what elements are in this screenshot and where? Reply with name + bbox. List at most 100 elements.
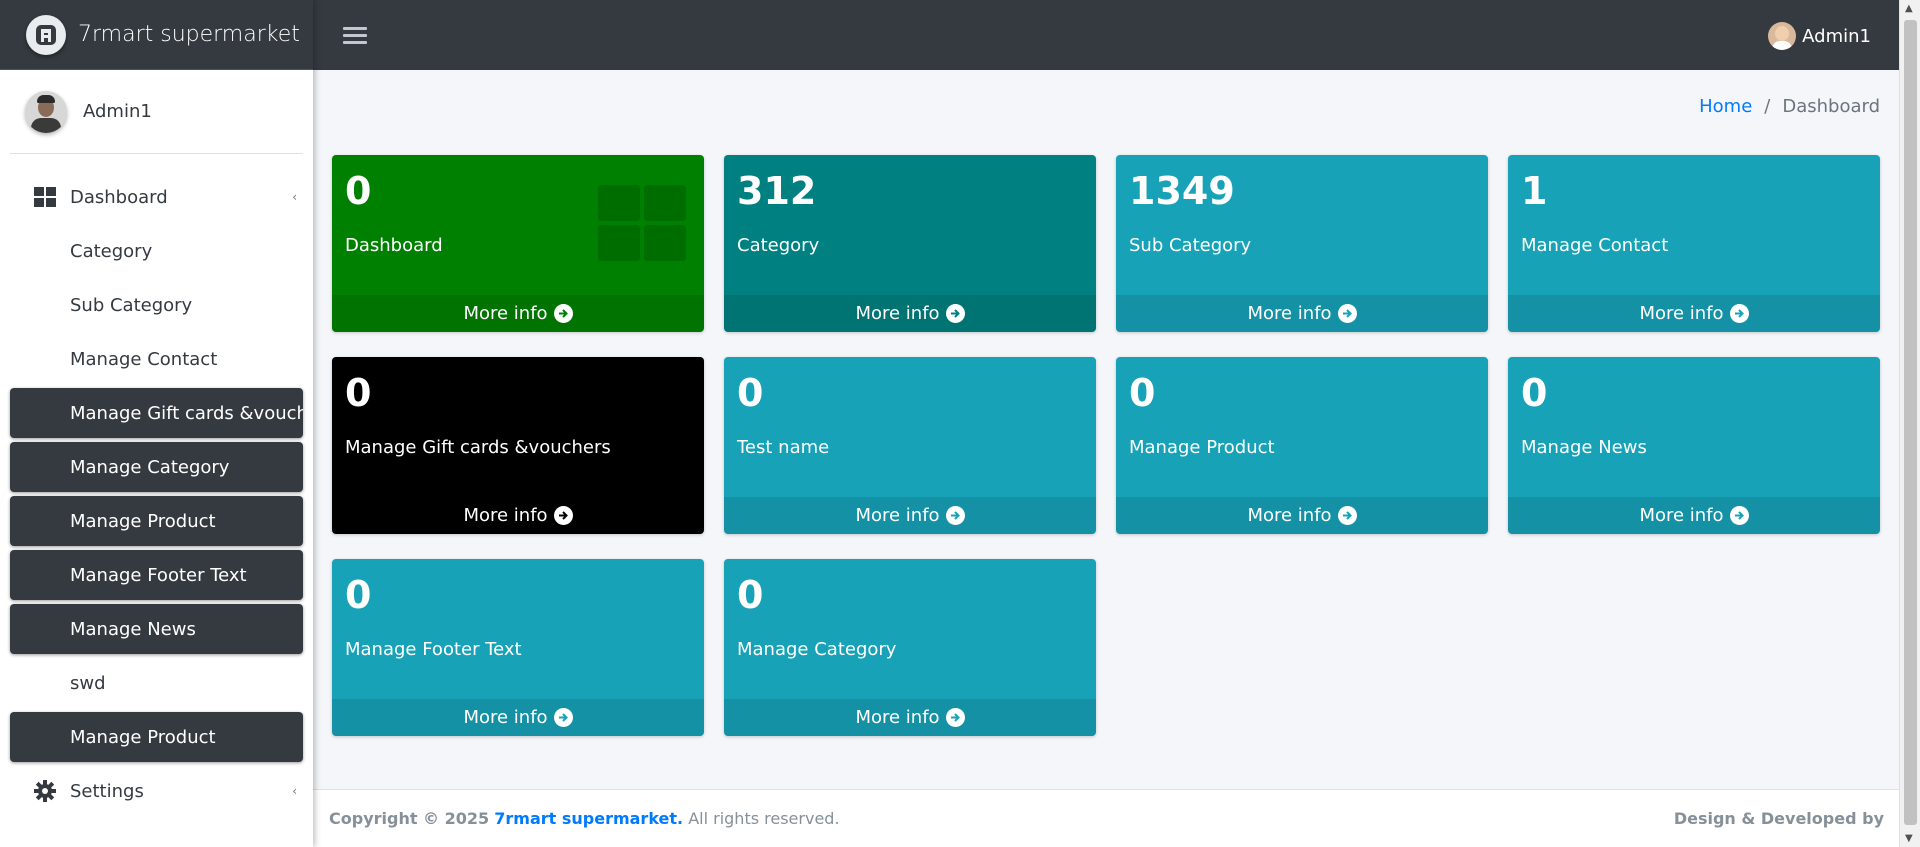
sidebar-item-manage-product[interactable]: Manage Product [10, 496, 303, 546]
more-info-link[interactable]: More info [332, 497, 704, 534]
more-info-link[interactable]: More info [724, 497, 1096, 534]
sidebar-item-category[interactable]: Category [10, 226, 303, 276]
gear-icon [34, 780, 56, 802]
sidebar-item-manage-news[interactable]: Manage News [10, 604, 303, 654]
breadcrumb-current: Dashboard [1782, 96, 1880, 117]
sidebar-item-settings[interactable]: Settings ‹ [10, 766, 303, 816]
sidebar-item-sub-category[interactable]: Sub Category [10, 280, 303, 330]
sidebar-item-swd[interactable]: swd [10, 658, 303, 708]
stat-value: 0 [737, 371, 764, 415]
more-info-link[interactable]: More info [724, 699, 1096, 736]
stat-box-manage-news: 0 Manage News More info [1508, 357, 1880, 534]
stat-box-manage-contact: 1 Manage Contact More info [1508, 155, 1880, 332]
main-sidebar: 7rmart supermarket Admin1 Dashboard ‹ Ca… [0, 0, 313, 847]
stat-label: Manage Product [1129, 437, 1275, 458]
sidebar-item-label: Dashboard [70, 186, 168, 208]
sidebar-item-label: Settings [70, 780, 144, 802]
stat-box-test-name: 0 Test name More info [724, 357, 1096, 534]
arrow-circle-right-icon [1729, 304, 1749, 323]
stat-box-category: 312 Category More info [724, 155, 1096, 332]
more-info-link[interactable]: More info [332, 295, 704, 332]
stat-label: Dashboard [345, 235, 443, 256]
stat-value: 1349 [1129, 169, 1235, 213]
more-info-label: More info [1639, 505, 1724, 526]
footer-brand-link[interactable]: 7rmart supermarket. [494, 809, 683, 828]
arrow-circle-right-icon [1729, 506, 1749, 525]
more-info-label: More info [855, 303, 940, 324]
sidebar-item-label: Manage Gift cards &vouchers [70, 402, 303, 424]
stat-value: 312 [737, 169, 817, 213]
sidebar-item-label: Manage Footer Text [70, 564, 247, 586]
more-info-label: More info [1247, 505, 1332, 526]
brand-link[interactable]: 7rmart supermarket [0, 0, 313, 70]
stat-label: Manage Category [737, 639, 897, 660]
more-info-link[interactable]: More info [1116, 295, 1488, 332]
more-info-link[interactable]: More info [332, 699, 704, 736]
scroll-up-icon[interactable]: ▲ [1905, 3, 1913, 14]
arrow-circle-right-icon [1337, 304, 1357, 323]
stat-label: Sub Category [1129, 235, 1252, 256]
stat-box-manage-product: 0 Manage Product More info [1116, 357, 1488, 534]
breadcrumb-home-link[interactable]: Home [1699, 96, 1752, 117]
footer-credit: Design & Developed by [1673, 809, 1884, 828]
sidebar-item-label: Sub Category [70, 294, 193, 316]
chevron-left-icon: ‹ [292, 190, 297, 204]
chevron-left-icon: ‹ [292, 784, 297, 798]
more-info-label: More info [855, 505, 940, 526]
sidebar-item-manage-gift-cards[interactable]: Manage Gift cards &vouchers [10, 388, 303, 438]
arrow-circle-right-icon [945, 304, 965, 323]
more-info-link[interactable]: More info [1508, 497, 1880, 534]
sidebar-item-label: Category [70, 240, 153, 262]
top-navbar: Admin1 [313, 0, 1899, 70]
footer-copyright: Copyright © 2025 [329, 809, 490, 828]
scrollbar-thumb[interactable] [1904, 20, 1917, 825]
stat-box-dashboard: 0 Dashboard More info [332, 155, 704, 332]
sidebar-item-manage-category[interactable]: Manage Category [10, 442, 303, 492]
arrow-circle-right-icon [1337, 506, 1357, 525]
top-user-menu[interactable]: Admin1 [1768, 22, 1871, 50]
stat-label: Manage Contact [1521, 235, 1669, 256]
stat-label: Category [737, 235, 820, 256]
scroll-down-icon[interactable]: ▼ [1905, 833, 1913, 844]
top-user-name: Admin1 [1802, 25, 1871, 47]
menu-toggle-icon[interactable] [343, 23, 367, 47]
sidebar-item-dashboard[interactable]: Dashboard ‹ [10, 172, 303, 222]
stat-label: Manage Gift cards &vouchers [345, 437, 611, 458]
arrow-circle-right-icon [553, 708, 573, 727]
arrow-circle-right-icon [945, 506, 965, 525]
sidebar-nav: Dashboard ‹ Category Sub Category Manage… [0, 172, 313, 816]
arrow-circle-right-icon [553, 506, 573, 525]
arrow-circle-right-icon [945, 708, 965, 727]
sidebar-item-manage-product-2[interactable]: Manage Product [10, 712, 303, 762]
more-info-label: More info [1639, 303, 1724, 324]
stat-value: 0 [1129, 371, 1156, 415]
stat-box-sub-category: 1349 Sub Category More info [1116, 155, 1488, 332]
avatar [1768, 22, 1797, 50]
sidebar-item-manage-contact[interactable]: Manage Contact [10, 334, 303, 384]
breadcrumb-separator: / [1764, 96, 1771, 117]
more-info-link[interactable]: More info [1508, 295, 1880, 332]
dashboard-icon [34, 186, 56, 208]
stat-box-manage-footer-text: 0 Manage Footer Text More info [332, 559, 704, 736]
more-info-label: More info [463, 303, 548, 324]
arrow-circle-right-icon [553, 304, 573, 323]
sidebar-item-label: swd [70, 672, 106, 694]
more-info-label: More info [463, 707, 548, 728]
more-info-label: More info [463, 505, 548, 526]
more-info-label: More info [1247, 303, 1332, 324]
stat-label: Test name [737, 437, 830, 458]
page-scrollbar[interactable]: ▲ ▼ [1899, 0, 1920, 847]
breadcrumb: Home / Dashboard [1699, 96, 1880, 117]
sidebar-item-label: Manage Contact [70, 348, 218, 370]
stat-value: 0 [1521, 371, 1548, 415]
sidebar-item-label: Manage Category [70, 456, 230, 478]
stat-value: 0 [345, 573, 372, 617]
more-info-link[interactable]: More info [724, 295, 1096, 332]
more-info-link[interactable]: More info [1116, 497, 1488, 534]
stat-value: 0 [345, 169, 372, 213]
sidebar-user-panel[interactable]: Admin1 [10, 70, 303, 154]
sidebar-user-name[interactable]: Admin1 [83, 101, 152, 122]
brand-name: 7rmart supermarket [78, 22, 300, 47]
sidebar-item-manage-footer-text[interactable]: Manage Footer Text [10, 550, 303, 600]
stat-value: 0 [737, 573, 764, 617]
